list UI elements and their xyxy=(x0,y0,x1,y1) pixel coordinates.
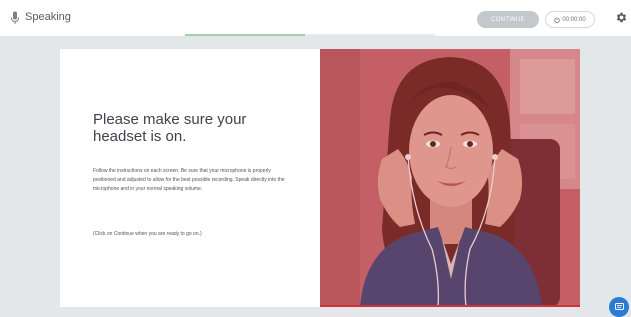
continue-note: (Click on Continue when you are ready to… xyxy=(93,231,202,237)
headset-photo xyxy=(320,49,580,307)
timer: 00:00:00 xyxy=(545,11,595,28)
continue-button[interactable]: CONTINUE xyxy=(477,11,539,28)
section-title: Speaking xyxy=(25,11,71,23)
progress-bar xyxy=(185,34,435,36)
content-card: Please make sure your headset is on. Fol… xyxy=(60,49,580,307)
gear-icon[interactable] xyxy=(615,11,628,24)
photo-accent-line xyxy=(320,305,580,307)
timer-value: 00:00:00 xyxy=(562,16,586,23)
instructions-panel: Please make sure your headset is on. Fol… xyxy=(60,49,320,307)
progress-bar-fill xyxy=(185,34,305,36)
continue-button-label: CONTINUE xyxy=(491,16,525,23)
instructions-text: Follow the instructions on each screen. … xyxy=(93,168,285,192)
stopwatch-icon xyxy=(554,17,561,23)
top-bar: Speaking CONTINUE 00:00:00 xyxy=(0,0,631,37)
microphone-icon xyxy=(11,11,19,24)
page-title: Please make sure your headset is on. xyxy=(93,111,247,145)
chat-button[interactable] xyxy=(609,297,629,317)
chat-icon xyxy=(614,303,624,310)
